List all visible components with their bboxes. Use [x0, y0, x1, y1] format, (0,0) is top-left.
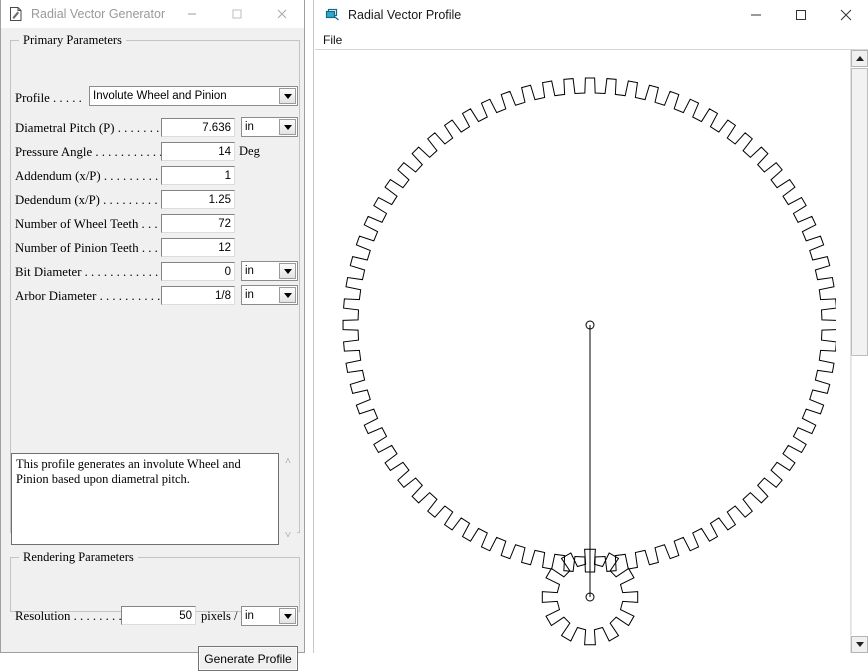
profile-window-title: Radial Vector Profile	[348, 8, 461, 22]
close-button[interactable]	[259, 0, 304, 29]
close-button[interactable]	[823, 0, 868, 30]
parameter-input[interactable]: 12	[161, 238, 235, 257]
parameter-label-text: Dedendum (x/P) . . . . . . . . . .	[15, 193, 164, 208]
caret-glyph	[284, 269, 292, 274]
parameter-unit-combobox[interactable]: in	[241, 285, 298, 305]
parameter-label: Number of Pinion Teeth . . .	[15, 238, 158, 258]
parameter-input[interactable]: 7.636	[161, 118, 235, 137]
parameter-label: Arbor Diameter . . . . . . . . . .	[15, 286, 160, 306]
gear-drawing-canvas	[315, 50, 836, 654]
profile-label: Profile . . . . .	[15, 91, 82, 106]
parameter-input[interactable]: 1	[161, 166, 235, 185]
profile-row: Profile . . . . .	[15, 88, 82, 108]
parameter-input[interactable]: 72	[161, 214, 235, 233]
parameter-unit-value: in	[245, 289, 279, 301]
parameter-label-text: Addendum (x/P) . . . . . . . . . .	[15, 169, 165, 184]
scrollbar-track[interactable]	[851, 357, 868, 635]
profile-window-menubar: File	[314, 30, 868, 49]
scroll-up-arrow-icon[interactable]: ^	[285, 457, 290, 468]
arrow-down-glyph	[856, 642, 864, 647]
scroll-up-arrow-icon[interactable]	[851, 50, 868, 67]
profile-window-controls	[733, 0, 868, 30]
primary-parameters-legend: Primary Parameters	[19, 33, 126, 48]
profile-description-text: This profile generates an involute Wheel…	[11, 453, 279, 545]
parameter-unit-value: in	[245, 121, 279, 133]
parameter-unit-value: in	[245, 265, 279, 277]
caret-glyph	[284, 614, 292, 619]
parameter-label: Pressure Angle . . . . . . . . . . .	[15, 142, 163, 162]
profile-window-titlebar[interactable]: Radial Vector Profile	[314, 0, 868, 30]
caret-glyph	[284, 94, 292, 99]
scroll-down-arrow-icon[interactable]: ˅	[285, 530, 291, 541]
chevron-down-icon[interactable]	[279, 263, 296, 279]
window-copy-icon	[324, 7, 340, 23]
parameter-input[interactable]: 14	[161, 142, 235, 161]
menu-item-file[interactable]: File	[314, 31, 350, 49]
parameter-label-text: Diametral Pitch (P) . . . . . . .	[15, 121, 159, 136]
profile-vertical-scrollbar[interactable]	[850, 50, 868, 653]
generator-window-titlebar[interactable]: Radial Vector Generator	[1, 0, 304, 29]
parameter-label-text: Pressure Angle . . . . . . . . . . .	[15, 145, 163, 160]
parameter-label: Number of Wheel Teeth . . . .	[15, 214, 164, 234]
radial-vector-generator-window: Radial Vector Generator Primary Paramete…	[0, 0, 305, 653]
rendering-parameters-group: Rendering Parameters	[10, 550, 300, 612]
radial-vector-profile-window: Radial Vector Profile File	[313, 0, 868, 653]
parameter-input[interactable]: 1/8	[161, 286, 235, 305]
minimize-button[interactable]	[733, 0, 778, 30]
scrollbar-thumb[interactable]	[851, 68, 868, 356]
generator-window-title: Radial Vector Generator	[31, 7, 165, 21]
maximize-button[interactable]	[778, 0, 823, 30]
scroll-down-arrow-icon[interactable]	[851, 636, 868, 653]
generate-profile-button[interactable]: Generate Profile	[198, 646, 298, 671]
resolution-unit-suffix: pixels /	[201, 609, 237, 624]
parameter-label-text: Number of Pinion Teeth . . .	[15, 241, 158, 256]
caret-glyph	[284, 293, 292, 298]
resolution-label: Resolution . . . . . . . . .	[15, 609, 128, 624]
parameter-label-text: Number of Wheel Teeth . . . .	[15, 217, 164, 232]
parameter-unit-combobox[interactable]: in	[241, 117, 298, 137]
resolution-row: Resolution . . . . . . . . .	[15, 606, 128, 626]
parameter-label: Diametral Pitch (P) . . . . . . .	[15, 118, 159, 138]
description-scrollbar[interactable]: ^ ˅	[279, 453, 297, 545]
chevron-down-icon[interactable]	[279, 88, 296, 104]
parameter-label: Dedendum (x/P) . . . . . . . . . .	[15, 190, 164, 210]
parameter-label: Addendum (x/P) . . . . . . . . . .	[15, 166, 165, 186]
parameter-label-text: Bit Diameter . . . . . . . . . . . .	[15, 265, 158, 280]
parameter-input[interactable]: 1.25	[161, 190, 235, 209]
parameter-unit-combobox[interactable]: in	[241, 261, 298, 281]
resolution-unit-combobox[interactable]: in	[241, 606, 298, 626]
parameter-input[interactable]: 0	[161, 262, 235, 281]
caret-glyph	[284, 125, 292, 130]
gear-pair-svg	[315, 50, 836, 654]
profile-combobox[interactable]: Involute Wheel and Pinion	[89, 86, 298, 106]
resolution-input[interactable]: 50	[121, 606, 196, 625]
chevron-down-icon[interactable]	[279, 119, 296, 135]
minimize-button[interactable]	[169, 0, 214, 29]
profile-combobox-value: Involute Wheel and Pinion	[93, 90, 279, 102]
parameter-label: Bit Diameter . . . . . . . . . . . .	[15, 262, 158, 282]
parameter-label-text: Arbor Diameter . . . . . . . . . .	[15, 289, 160, 304]
document-pen-icon	[7, 6, 24, 23]
generator-window-body: Primary Parameters Profile . . . . . Inv…	[1, 28, 304, 652]
parameter-unit-label: Deg	[239, 144, 260, 159]
profile-canvas-area	[315, 49, 868, 653]
resolution-unit-value: in	[245, 610, 279, 622]
generator-window-controls	[169, 0, 304, 29]
arrow-up-glyph	[856, 56, 864, 61]
chevron-down-icon[interactable]	[279, 608, 296, 624]
chevron-down-icon[interactable]	[279, 287, 296, 303]
maximize-button[interactable]	[214, 0, 259, 29]
rendering-parameters-legend: Rendering Parameters	[19, 550, 138, 565]
